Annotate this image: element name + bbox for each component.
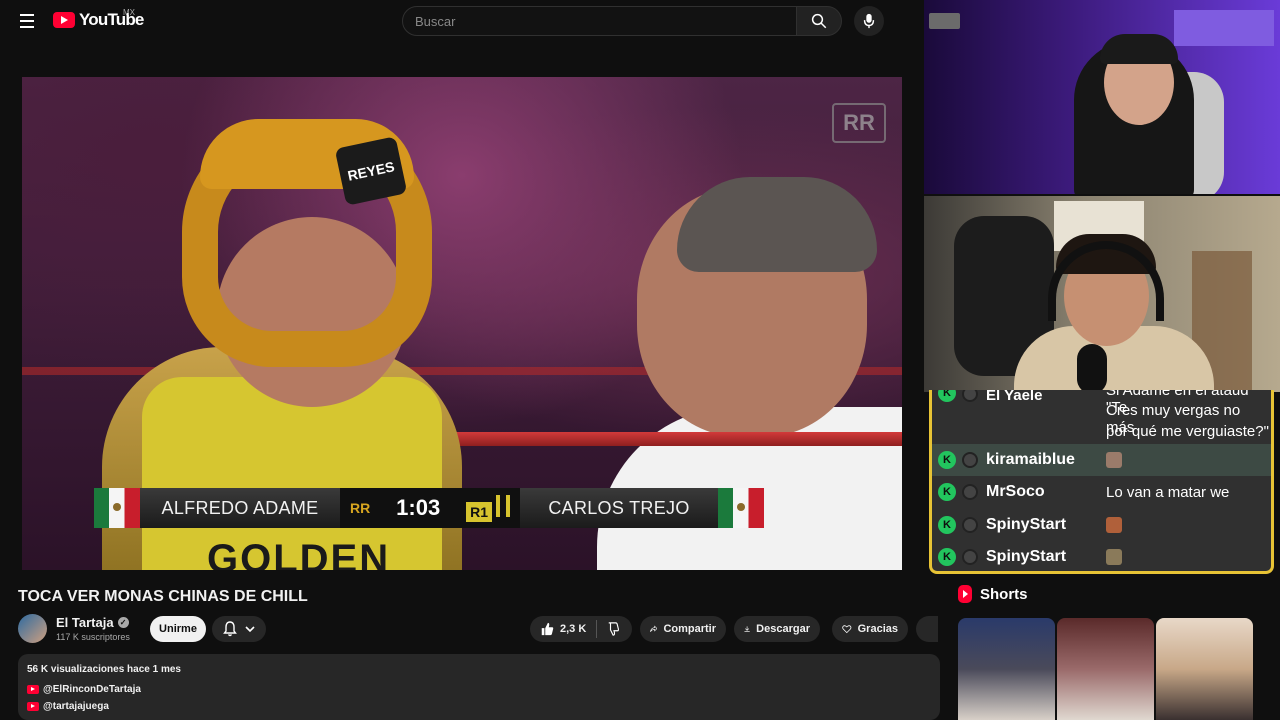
youtube-icon xyxy=(27,685,39,694)
mexico-flag-icon xyxy=(718,488,764,528)
referee-hair xyxy=(677,177,877,272)
kick-badge-icon: K xyxy=(938,548,956,566)
view-count-date: 56 K visualizaciones hace 1 mes xyxy=(27,664,181,675)
description-link[interactable]: @tartajajuega xyxy=(27,701,109,712)
jersey-text: GOLDEN xyxy=(207,537,391,570)
fighter-left-name: ALFREDO ADAME xyxy=(140,488,340,528)
webcam-shelf xyxy=(1174,10,1274,46)
chat-overlay: K El Yaele Si Adame en el ataúd "Te Cres… xyxy=(929,390,1274,574)
voice-search-button[interactable] xyxy=(854,6,884,36)
streamer-hair xyxy=(1100,34,1178,64)
channel-mention[interactable]: @tartajajuega xyxy=(43,701,109,712)
chat-message-line: por qué me verguiaste?" xyxy=(1106,423,1269,440)
verified-icon: ✓ xyxy=(117,617,129,628)
scoreboard: ALFREDO ADAME RR 1:03 R1 CARLOS TREJO xyxy=(94,488,830,528)
clock-time: 1:03 xyxy=(396,495,441,520)
chat-username: kiramaiblue xyxy=(986,451,1075,468)
like-divider xyxy=(596,620,598,638)
kick-badge-icon: K xyxy=(938,390,956,402)
like-count[interactable]: 2,3 K xyxy=(560,623,586,635)
channel-mention[interactable]: @ElRinconDeTartaja xyxy=(43,684,141,695)
user-badge-icon xyxy=(962,390,978,402)
notifications-button[interactable] xyxy=(212,616,266,642)
menu-icon[interactable] xyxy=(16,10,38,32)
user-badge-icon xyxy=(962,484,978,500)
thanks-button[interactable]: Gracias xyxy=(832,616,908,642)
search-icon xyxy=(811,13,827,29)
shorts-title: Shorts xyxy=(980,585,1028,603)
shorts-icon xyxy=(958,585,972,603)
search-placeholder: Buscar xyxy=(415,13,456,29)
round-clock: RR 1:03 R1 xyxy=(340,488,520,528)
user-badge-icon xyxy=(962,452,978,468)
download-button[interactable]: Descargar xyxy=(734,616,820,642)
top-bar: YouTube MX Buscar xyxy=(0,0,920,42)
microphone xyxy=(1077,344,1107,392)
short-thumbnail[interactable] xyxy=(1156,618,1253,720)
short-thumbnail[interactable] xyxy=(1057,618,1154,720)
share-button[interactable]: Compartir xyxy=(640,616,726,642)
kick-badge-icon: K xyxy=(938,483,956,501)
scoreboard-logo: RR xyxy=(350,500,371,516)
video-player[interactable]: GOLDEN REYES RR ALFREDO ADAME RR 1:03 R1… xyxy=(22,77,902,570)
thanks-label: Gracias xyxy=(857,623,898,635)
kick-badge-icon: K xyxy=(938,451,956,469)
download-icon xyxy=(744,626,750,632)
webcam-bottom xyxy=(924,196,1280,392)
dislike-icon[interactable] xyxy=(607,622,621,636)
chat-row: K SpinyStart xyxy=(932,509,1271,541)
search-button[interactable] xyxy=(796,6,842,36)
round-indicator: R1 xyxy=(466,494,510,522)
description-box[interactable]: 56 K visualizaciones hace 1 mes @ElRinco… xyxy=(18,654,940,720)
emote-icon xyxy=(1106,549,1122,565)
emote-icon xyxy=(1106,517,1122,533)
bell-icon xyxy=(223,621,237,637)
chat-username: SpinyStart xyxy=(986,516,1067,533)
channel-name-row[interactable]: El Tartaja ✓ xyxy=(56,615,129,630)
chat-row: K MrSoco Lo van a matar we xyxy=(932,476,1271,508)
round-label: R1 xyxy=(466,501,492,522)
channel-avatar[interactable] xyxy=(18,614,47,643)
user-badge-icon xyxy=(962,517,978,533)
like-icon[interactable] xyxy=(540,622,554,636)
short-thumbnail[interactable] xyxy=(958,618,1055,720)
user-badge-icon xyxy=(962,549,978,565)
youtube-icon xyxy=(27,702,39,711)
chat-username: SpinyStart xyxy=(986,548,1067,565)
mini-thumbnail xyxy=(929,13,960,29)
mexico-flag-icon xyxy=(94,488,140,528)
like-dislike-group: 2,3 K xyxy=(530,616,632,642)
region-label: MX xyxy=(123,8,135,17)
round-bars-icon xyxy=(496,494,510,517)
chat-username: El Yaele xyxy=(986,390,1043,404)
video-title: TOCA VER MONAS CHINAS DE CHILL xyxy=(18,588,308,605)
chat-row: K kiramaiblue xyxy=(932,444,1271,476)
channel-name[interactable]: El Tartaja xyxy=(56,615,114,630)
channel-watermark: RR xyxy=(832,103,886,143)
search-input[interactable]: Buscar xyxy=(402,6,797,36)
youtube-play-icon xyxy=(53,12,75,28)
microphone-icon xyxy=(863,13,875,29)
chat-message: Lo van a matar we xyxy=(1106,483,1230,501)
fighter-right-name: CARLOS TREJO xyxy=(520,488,718,528)
subscriber-count: 117 K suscriptores xyxy=(56,632,130,642)
webcam-top xyxy=(924,0,1280,194)
share-icon xyxy=(650,625,658,632)
chat-username: MrSoco xyxy=(986,483,1045,500)
join-button[interactable]: Unirme xyxy=(150,616,206,642)
more-actions-button[interactable] xyxy=(916,616,938,642)
chevron-down-icon xyxy=(245,626,255,633)
kick-badge-icon: K xyxy=(938,516,956,534)
chat-row: K SpinyStart xyxy=(932,541,1271,571)
share-label: Compartir xyxy=(663,623,716,635)
download-label: Descargar xyxy=(756,623,810,635)
shorts-header: Shorts xyxy=(958,585,1028,603)
description-link[interactable]: @ElRinconDeTartaja xyxy=(27,684,141,695)
emote-icon xyxy=(1106,452,1122,468)
chat-message-partial: K El Yaele Si Adame en el ataúd "Te Cres… xyxy=(932,390,1271,452)
thanks-heart-icon xyxy=(842,625,852,634)
